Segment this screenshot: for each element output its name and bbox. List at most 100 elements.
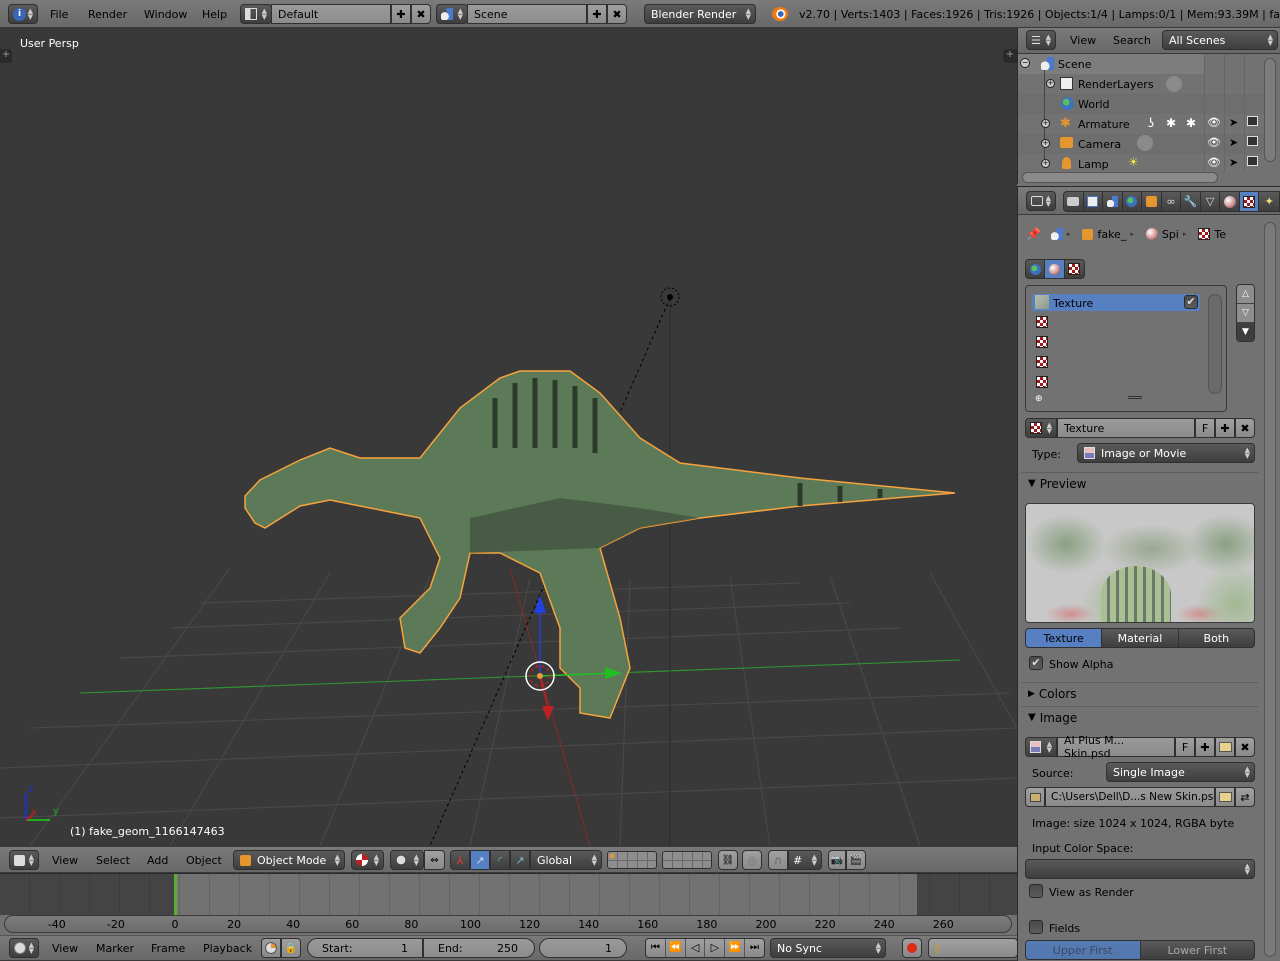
view-as-render-checkbox[interactable]: [1029, 884, 1043, 898]
keying-set-button[interactable]: ⚷: [928, 938, 1018, 958]
tab-data[interactable]: ▽: [1201, 192, 1221, 211]
texture-list-scrollbar[interactable]: [1208, 294, 1222, 394]
world-texture-context-button[interactable]: [1026, 260, 1046, 278]
scene-field[interactable]: Scene: [467, 4, 587, 24]
camera-data-icon[interactable]: [1137, 135, 1153, 151]
opengl-render-animation-button[interactable]: 🎬: [846, 850, 866, 870]
remove-scene-button[interactable]: ✖: [607, 4, 627, 24]
jump-to-keyframe-back-button[interactable]: ⏪: [666, 939, 686, 957]
texture-slot-empty[interactable]: [1036, 316, 1048, 328]
show-alpha-checkbox[interactable]: ✔: [1029, 656, 1043, 670]
jump-to-keyframe-forward-button[interactable]: ⏩: [725, 939, 746, 957]
tab-world[interactable]: [1123, 192, 1143, 211]
visibility-eye-icon[interactable]: 👁: [1207, 116, 1221, 129]
open-image-button[interactable]: [1215, 737, 1235, 757]
manipulate-center-points-button[interactable]: ⇔: [424, 850, 445, 870]
properties-scrollbar[interactable]: [1264, 222, 1276, 957]
editor-type-outliner-button[interactable]: ☰ ▲ ▼: [1026, 30, 1056, 50]
view3d-menu-select[interactable]: Select: [96, 854, 130, 867]
rotate-manipulator-button[interactable]: ◜: [490, 850, 510, 870]
new-texture-button[interactable]: ✚: [1215, 418, 1235, 438]
viewport-shading-dropdown[interactable]: ▲ ▼: [351, 850, 384, 870]
browse-file-button[interactable]: [1215, 787, 1235, 807]
material-texture-context-button[interactable]: [1045, 260, 1065, 278]
tab-texture[interactable]: [1239, 192, 1260, 211]
reload-image-button[interactable]: ⇄: [1235, 787, 1255, 807]
menu-file[interactable]: File: [50, 8, 68, 21]
expand-renderlayers-icon[interactable]: +: [1046, 79, 1055, 88]
image-source-dropdown[interactable]: Single Image ▲ ▼: [1106, 762, 1255, 782]
visibility-eye-icon[interactable]: 👁: [1207, 156, 1221, 169]
visibility-eye-icon[interactable]: 👁: [1207, 136, 1221, 149]
jump-to-end-button[interactable]: ⏭: [745, 939, 764, 957]
move-slot-down-button[interactable]: ▽: [1237, 304, 1254, 323]
new-image-button[interactable]: ✚: [1195, 737, 1215, 757]
outliner-display-mode-dropdown[interactable]: All Scenes ▲ ▼: [1162, 30, 1278, 50]
outliner-menu-view[interactable]: View: [1070, 34, 1096, 47]
start-frame-field[interactable]: Start: 1: [307, 938, 423, 958]
play-button[interactable]: ▷: [705, 939, 726, 957]
editor-type-timeline-button[interactable]: ▲ ▼: [9, 938, 39, 958]
toolshelf-toggle-icon[interactable]: +: [0, 49, 12, 63]
collapse-scene-icon[interactable]: −: [1020, 58, 1030, 68]
texture-fake-user-button[interactable]: F: [1195, 418, 1215, 438]
scene-selector[interactable]: ▲ ▼: [436, 4, 468, 24]
scale-manipulator-button[interactable]: ↗: [510, 850, 530, 870]
pack-image-button[interactable]: [1025, 787, 1045, 807]
opengl-render-image-button[interactable]: 📷: [828, 850, 846, 870]
timeline-menu-playback[interactable]: Playback: [203, 942, 252, 955]
auto-keying-button[interactable]: [902, 938, 922, 958]
current-frame-line[interactable]: [174, 874, 177, 915]
outliner-item-camera[interactable]: Camera: [1078, 138, 1121, 151]
lock-layers-button[interactable]: ⛓: [718, 850, 738, 870]
view3d-menu-add[interactable]: Add: [147, 854, 168, 867]
timeline-menu-marker[interactable]: Marker: [96, 942, 134, 955]
editor-type-3dview-button[interactable]: ▲ ▼: [9, 850, 39, 870]
timeline-menu-frame[interactable]: Frame: [151, 942, 185, 955]
tab-render-layers[interactable]: [1084, 192, 1104, 211]
proportional-edit-button[interactable]: ◎: [742, 850, 762, 870]
outliner-vertical-scrollbar[interactable]: [1264, 58, 1276, 162]
preview-tab-texture[interactable]: Texture: [1026, 629, 1103, 647]
timeline-area[interactable]: [0, 873, 1017, 915]
add-screen-button[interactable]: ✚: [391, 4, 411, 24]
outliner-horizontal-scrollbar[interactable]: [1022, 172, 1218, 183]
outliner-item-world[interactable]: World: [1078, 98, 1110, 111]
list-resize-handle[interactable]: [1128, 396, 1142, 399]
pivot-point-dropdown[interactable]: ▲ ▼: [390, 850, 424, 870]
texture-name-field[interactable]: Texture: [1057, 418, 1195, 438]
render-camera-icon[interactable]: [1247, 116, 1258, 126]
tab-scene[interactable]: [1103, 192, 1123, 211]
colors-panel-header[interactable]: ▶ Colors: [1022, 682, 1258, 704]
unlink-image-button[interactable]: ✖: [1235, 737, 1255, 757]
slot-specials-button[interactable]: ▼: [1237, 323, 1254, 341]
tab-modifiers[interactable]: 🔧: [1181, 192, 1201, 211]
snap-element-dropdown[interactable]: # ▲ ▼: [788, 850, 822, 870]
render-camera-icon[interactable]: [1247, 156, 1258, 166]
unlink-texture-button[interactable]: ✖: [1235, 418, 1255, 438]
image-browse-button[interactable]: ▲ ▼: [1025, 737, 1057, 757]
tab-material[interactable]: [1220, 192, 1240, 211]
outliner-item-scene[interactable]: Scene: [1058, 58, 1092, 71]
sync-mode-dropdown[interactable]: No Sync ▲ ▼: [770, 938, 886, 958]
menu-window[interactable]: Window: [144, 8, 187, 21]
tab-constraints[interactable]: ∞: [1162, 192, 1182, 211]
preview-range-toggle[interactable]: [261, 938, 281, 958]
preview-panel-header[interactable]: ▼ Preview: [1022, 472, 1258, 494]
screen-layout-field[interactable]: Default: [271, 4, 391, 24]
editor-type-properties-button[interactable]: ▲ ▼: [1026, 191, 1056, 211]
translate-manipulator-button[interactable]: ↗: [470, 850, 490, 870]
editor-type-info-button[interactable]: i ▲ ▼: [8, 4, 38, 24]
image-fake-user-button[interactable]: F: [1175, 737, 1195, 757]
lock-time-cursor-toggle[interactable]: 🔒: [281, 938, 301, 958]
preview-tab-both[interactable]: Both: [1179, 629, 1254, 647]
current-frame-field[interactable]: 1: [539, 938, 627, 958]
texture-slot-empty[interactable]: [1036, 356, 1048, 368]
add-scene-button[interactable]: ✚: [587, 4, 607, 24]
select-cursor-icon[interactable]: ➤: [1229, 156, 1238, 169]
timeline-scrubber[interactable]: [4, 915, 1012, 933]
move-slot-up-button[interactable]: △: [1237, 285, 1254, 304]
preview-tab-material[interactable]: Material: [1102, 629, 1179, 647]
field-order-lower-first[interactable]: Lower First: [1141, 941, 1255, 959]
expand-lamp-icon[interactable]: +: [1041, 159, 1050, 168]
